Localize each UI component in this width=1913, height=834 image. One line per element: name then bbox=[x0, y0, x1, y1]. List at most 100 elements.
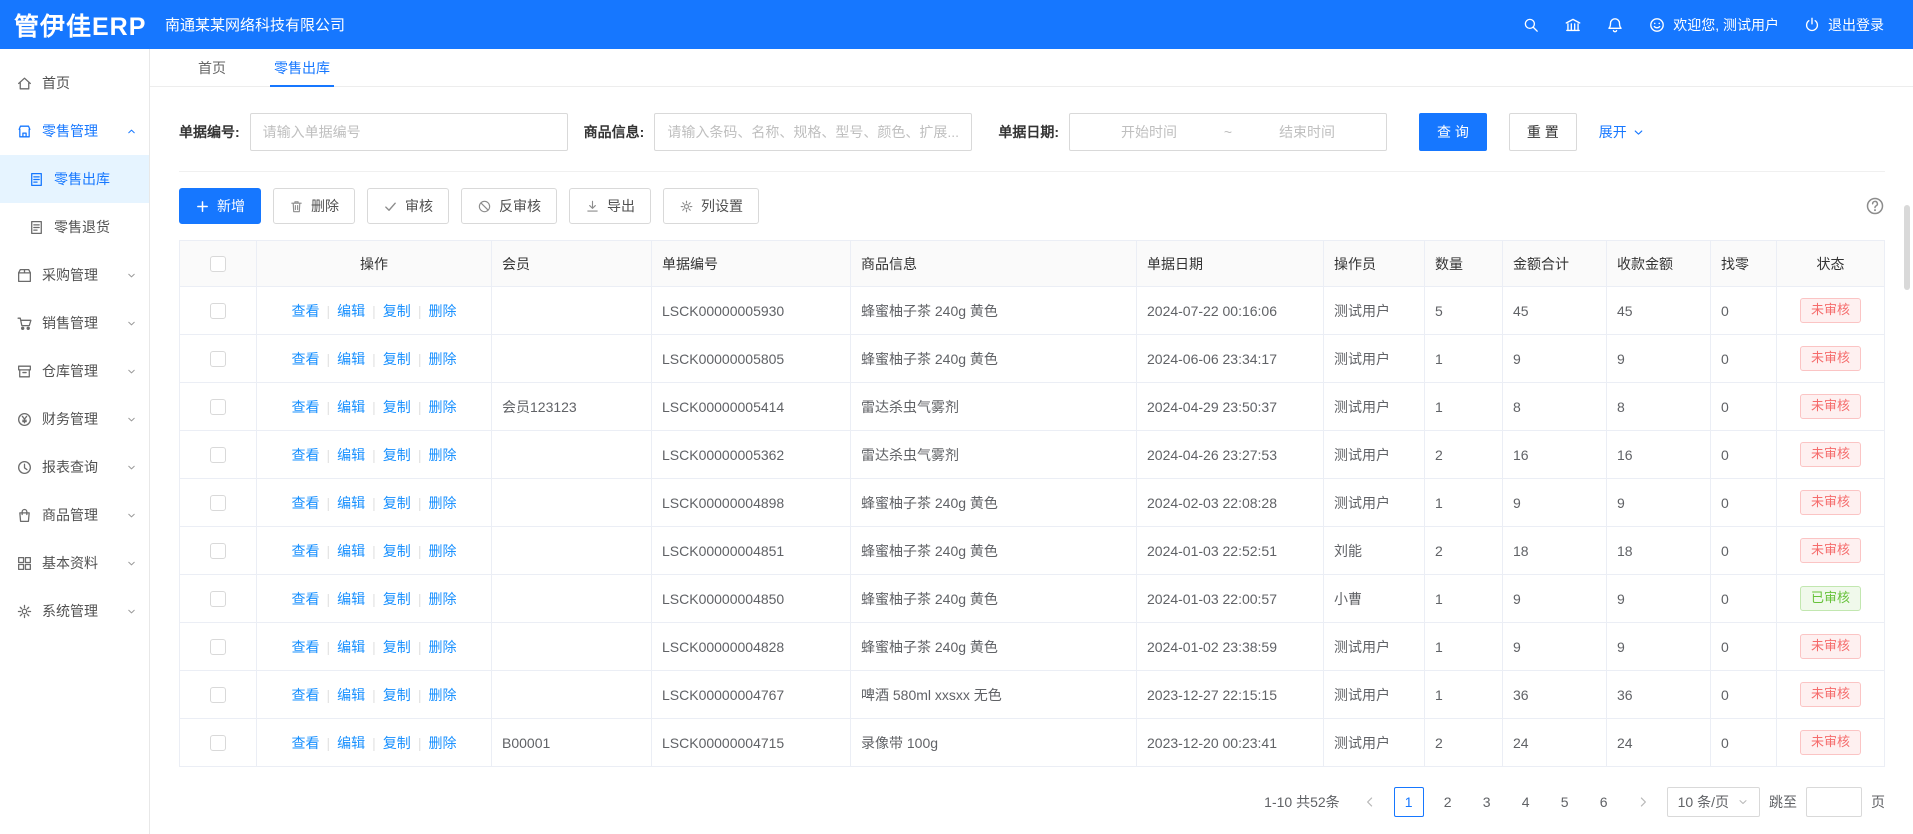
row-action-copy[interactable]: 复制 bbox=[383, 399, 411, 415]
search-icon[interactable] bbox=[1522, 16, 1540, 34]
row-action-delete[interactable]: 删除 bbox=[428, 543, 456, 559]
row-action-edit[interactable]: 编辑 bbox=[337, 687, 365, 703]
next-page-button[interactable] bbox=[1628, 787, 1658, 817]
row-action-delete[interactable]: 删除 bbox=[428, 591, 456, 607]
row-action-delete[interactable]: 删除 bbox=[428, 735, 456, 751]
row-action-edit[interactable]: 编辑 bbox=[337, 447, 365, 463]
tab-home[interactable]: 首页 bbox=[198, 49, 226, 86]
sidebar-item-retail[interactable]: 零售管理 bbox=[0, 107, 149, 155]
sidebar-item-purchase[interactable]: 采购管理 bbox=[0, 251, 149, 299]
scrollbar-thumb[interactable] bbox=[1904, 205, 1910, 290]
row-checkbox[interactable] bbox=[210, 687, 226, 703]
row-checkbox[interactable] bbox=[210, 591, 226, 607]
date-range-picker[interactable]: ~ bbox=[1069, 113, 1387, 151]
row-action-view[interactable]: 查看 bbox=[292, 447, 320, 463]
row-action-delete[interactable]: 删除 bbox=[428, 495, 456, 511]
row-checkbox[interactable] bbox=[210, 303, 226, 319]
row-action-view[interactable]: 查看 bbox=[292, 351, 320, 367]
row-action-view[interactable]: 查看 bbox=[292, 687, 320, 703]
row-checkbox[interactable] bbox=[210, 543, 226, 559]
row-action-edit[interactable]: 编辑 bbox=[337, 543, 365, 559]
row-action-edit[interactable]: 编辑 bbox=[337, 399, 365, 415]
row-action-edit[interactable]: 编辑 bbox=[337, 495, 365, 511]
export-button[interactable]: 导出 bbox=[569, 188, 651, 224]
change-cell: 0 bbox=[1711, 671, 1777, 719]
row-action-copy[interactable]: 复制 bbox=[383, 303, 411, 319]
search-button[interactable]: 查 询 bbox=[1419, 113, 1487, 151]
row-action-copy[interactable]: 复制 bbox=[383, 735, 411, 751]
sidebar-item-report[interactable]: 报表查询 bbox=[0, 443, 149, 491]
row-action-view[interactable]: 查看 bbox=[292, 735, 320, 751]
sidebar-item-retail-return[interactable]: 零售退货 bbox=[0, 203, 149, 251]
row-action-view[interactable]: 查看 bbox=[292, 303, 320, 319]
row-action-edit[interactable]: 编辑 bbox=[337, 735, 365, 751]
row-checkbox[interactable] bbox=[210, 351, 226, 367]
sidebar-item-home[interactable]: 首页 bbox=[0, 59, 149, 107]
page-button-6[interactable]: 6 bbox=[1589, 787, 1619, 817]
bill-no-input[interactable] bbox=[250, 113, 568, 151]
row-checkbox[interactable] bbox=[210, 735, 226, 751]
page-button-1[interactable]: 1 bbox=[1394, 787, 1424, 817]
select-all-checkbox[interactable] bbox=[210, 256, 226, 272]
columns-button[interactable]: 列设置 bbox=[663, 188, 759, 224]
prev-page-button[interactable] bbox=[1355, 787, 1385, 817]
pagination: 1-10 共52条 123456 10 条/页 跳至 页 bbox=[179, 787, 1885, 817]
row-action-edit[interactable]: 编辑 bbox=[337, 591, 365, 607]
row-action-edit[interactable]: 编辑 bbox=[337, 303, 365, 319]
page-button-4[interactable]: 4 bbox=[1511, 787, 1541, 817]
row-action-view[interactable]: 查看 bbox=[292, 399, 320, 415]
row-checkbox[interactable] bbox=[210, 495, 226, 511]
bell-icon[interactable] bbox=[1606, 16, 1624, 34]
sidebar-item-basedata[interactable]: 基本资料 bbox=[0, 539, 149, 587]
row-action-delete[interactable]: 删除 bbox=[428, 639, 456, 655]
row-action-copy[interactable]: 复制 bbox=[383, 351, 411, 367]
page-size-select[interactable]: 10 条/页 bbox=[1667, 787, 1760, 817]
product-input[interactable] bbox=[654, 113, 972, 151]
row-action-copy[interactable]: 复制 bbox=[383, 543, 411, 559]
page-button-5[interactable]: 5 bbox=[1550, 787, 1580, 817]
sidebar-item-system[interactable]: 系统管理 bbox=[0, 587, 149, 635]
help-icon[interactable] bbox=[1865, 196, 1885, 216]
welcome-user[interactable]: 欢迎您, 测试用户 bbox=[1648, 15, 1779, 35]
row-action-copy[interactable]: 复制 bbox=[383, 591, 411, 607]
reset-button[interactable]: 重 置 bbox=[1509, 113, 1577, 151]
logout-button[interactable]: 退出登录 bbox=[1803, 15, 1884, 35]
row-action-edit[interactable]: 编辑 bbox=[337, 639, 365, 655]
page-button-3[interactable]: 3 bbox=[1472, 787, 1502, 817]
row-action-delete[interactable]: 删除 bbox=[428, 687, 456, 703]
sidebar-item-warehouse[interactable]: 仓库管理 bbox=[0, 347, 149, 395]
expand-link[interactable]: 展开 bbox=[1599, 122, 1645, 142]
row-action-copy[interactable]: 复制 bbox=[383, 495, 411, 511]
unaudit-button[interactable]: 反审核 bbox=[461, 188, 557, 224]
sidebar-item-finance[interactable]: 财务管理 bbox=[0, 395, 149, 443]
row-action-delete[interactable]: 删除 bbox=[428, 447, 456, 463]
tab-retail-out[interactable]: 零售出库 bbox=[274, 49, 330, 86]
received-cell: 36 bbox=[1607, 671, 1711, 719]
operator-cell: 测试用户 bbox=[1324, 719, 1425, 767]
audit-button[interactable]: 审核 bbox=[367, 188, 449, 224]
date-start-input[interactable] bbox=[1080, 124, 1218, 140]
sidebar-item-retail-out[interactable]: 零售出库 bbox=[0, 155, 149, 203]
add-button[interactable]: 新增 bbox=[179, 188, 261, 224]
row-action-delete[interactable]: 删除 bbox=[428, 351, 456, 367]
row-action-copy[interactable]: 复制 bbox=[383, 639, 411, 655]
row-action-copy[interactable]: 复制 bbox=[383, 687, 411, 703]
sidebar-item-goods[interactable]: 商品管理 bbox=[0, 491, 149, 539]
jump-page-input[interactable] bbox=[1806, 787, 1862, 817]
delete-button[interactable]: 删除 bbox=[273, 188, 355, 224]
row-action-view[interactable]: 查看 bbox=[292, 543, 320, 559]
page-button-2[interactable]: 2 bbox=[1433, 787, 1463, 817]
bank-icon[interactable] bbox=[1564, 16, 1582, 34]
row-checkbox[interactable] bbox=[210, 639, 226, 655]
date-end-input[interactable] bbox=[1238, 124, 1376, 140]
row-action-view[interactable]: 查看 bbox=[292, 639, 320, 655]
row-action-copy[interactable]: 复制 bbox=[383, 447, 411, 463]
row-action-edit[interactable]: 编辑 bbox=[337, 351, 365, 367]
row-action-delete[interactable]: 删除 bbox=[428, 303, 456, 319]
row-action-view[interactable]: 查看 bbox=[292, 495, 320, 511]
row-checkbox[interactable] bbox=[210, 399, 226, 415]
row-action-view[interactable]: 查看 bbox=[292, 591, 320, 607]
sidebar-item-sales[interactable]: 销售管理 bbox=[0, 299, 149, 347]
row-action-delete[interactable]: 删除 bbox=[428, 399, 456, 415]
row-checkbox[interactable] bbox=[210, 447, 226, 463]
